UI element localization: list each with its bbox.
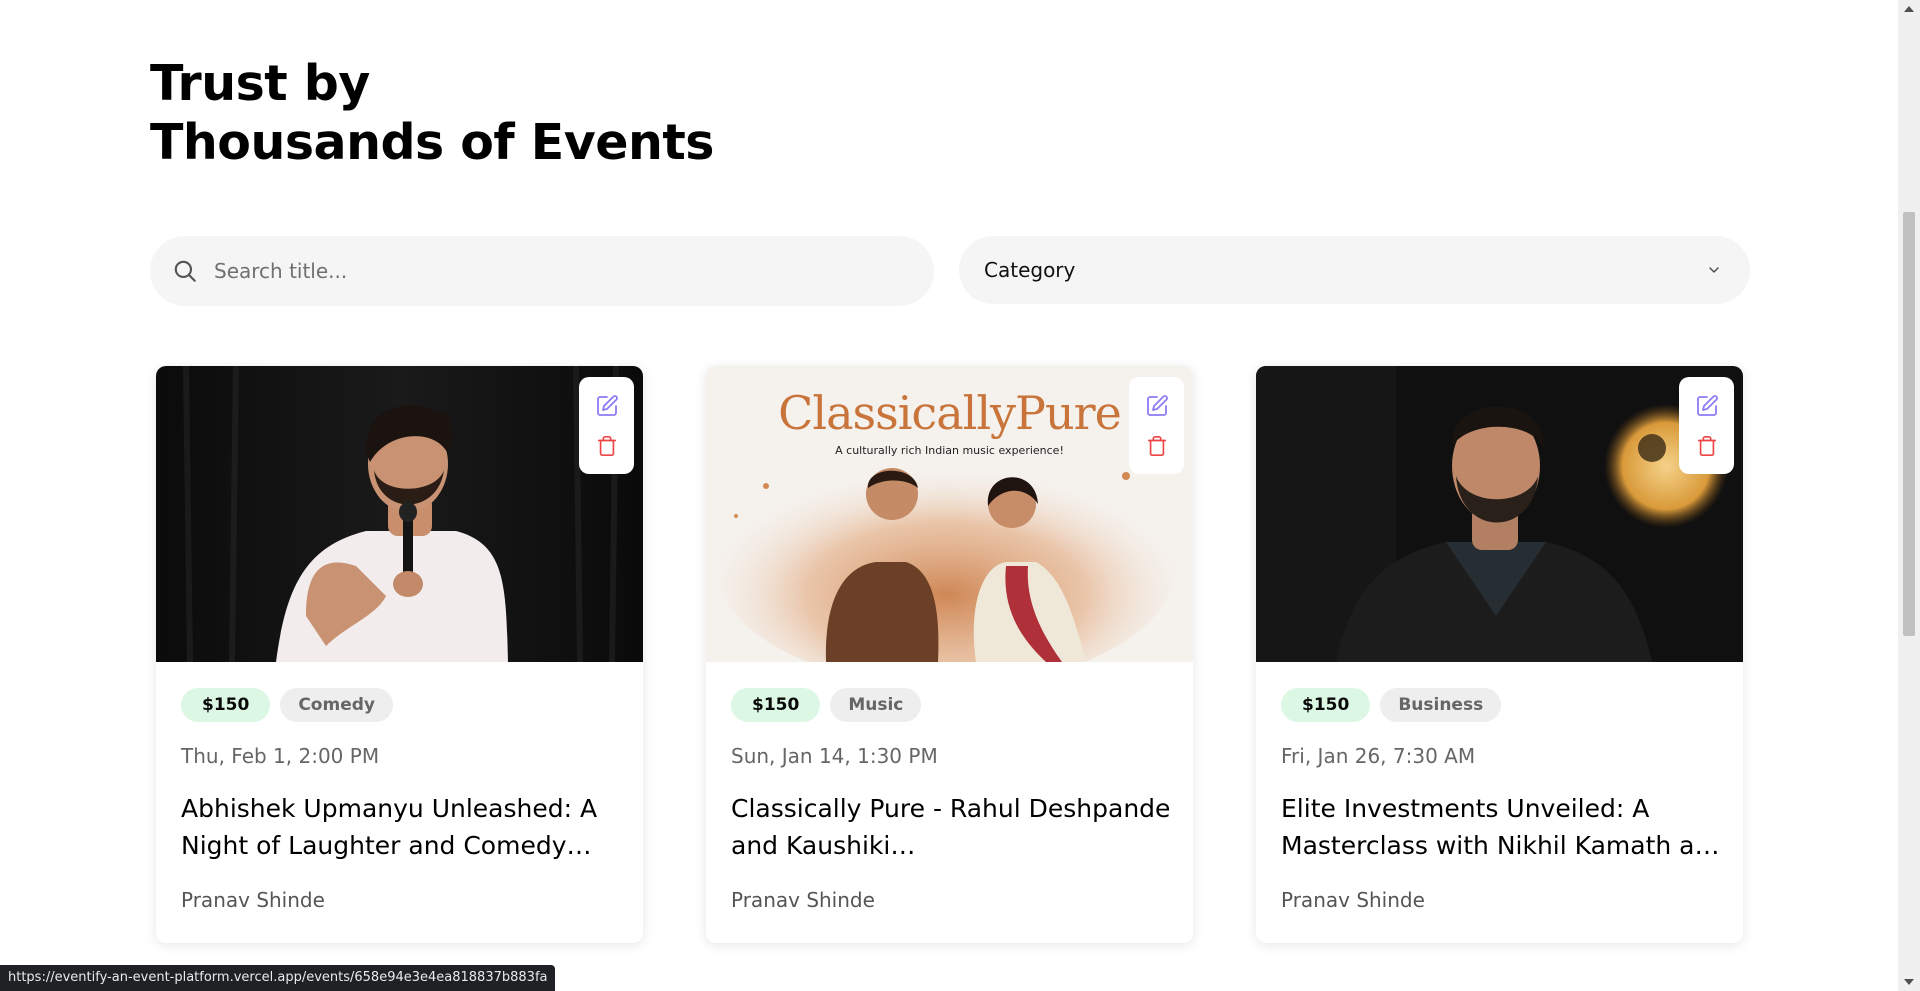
- category-select[interactable]: Category: [959, 236, 1750, 304]
- scrollbar-thumb[interactable]: [1903, 212, 1915, 636]
- event-image[interactable]: [1256, 366, 1743, 662]
- event-title[interactable]: Classically Pure - Rahul Deshpande and K…: [731, 790, 1171, 864]
- edit-icon[interactable]: [595, 394, 619, 418]
- poster-subtitle: A culturally rich Indian music experienc…: [835, 444, 1064, 457]
- event-title[interactable]: Elite Investments Unveiled: A Masterclas…: [1281, 790, 1721, 864]
- card-actions: [1679, 377, 1734, 474]
- chevron-down-icon: [1709, 267, 1719, 273]
- event-organizer: Pranav Shinde: [731, 888, 875, 912]
- heading-line-2: Thousands of Events: [150, 114, 714, 171]
- edit-icon[interactable]: [1145, 394, 1169, 418]
- category-badge: Music: [830, 688, 922, 722]
- event-date: Fri, Jan 26, 7:30 AM: [1281, 744, 1476, 768]
- event-card[interactable]: ClassicallyPure A culturally rich Indian…: [706, 366, 1193, 943]
- event-image[interactable]: ClassicallyPure A culturally rich Indian…: [706, 366, 1193, 662]
- category-badge: Business: [1380, 688, 1502, 722]
- event-image[interactable]: [156, 366, 643, 662]
- price-badge: $150: [181, 688, 271, 722]
- search-bar[interactable]: [150, 236, 934, 306]
- heading-line-1: Trust by: [150, 55, 370, 112]
- page: Trust by Thousands of Events Category: [0, 0, 1898, 991]
- category-select-value: Category: [984, 258, 1076, 282]
- card-actions: [1129, 377, 1184, 474]
- event-card[interactable]: $150 Comedy Thu, Feb 1, 2:00 PM Abhishek…: [156, 366, 643, 943]
- section-heading: Trust by Thousands of Events: [150, 54, 714, 172]
- badges: $150 Business: [1281, 688, 1502, 722]
- scroll-down-arrow-icon[interactable]: [1904, 979, 1914, 985]
- scroll-up-arrow-icon[interactable]: [1904, 6, 1914, 12]
- category-badge: Comedy: [280, 688, 393, 722]
- event-title[interactable]: Abhishek Upmanyu Unleashed: A Night of L…: [181, 790, 621, 864]
- card-actions: [579, 377, 634, 474]
- trash-icon[interactable]: [1146, 435, 1168, 457]
- search-icon: [174, 260, 196, 282]
- status-bar-url: https://eventify-an-event-platform.verce…: [0, 965, 556, 991]
- event-card[interactable]: $150 Business Fri, Jan 26, 7:30 AM Elite…: [1256, 366, 1743, 943]
- event-organizer: Pranav Shinde: [1281, 888, 1425, 912]
- poster-title: ClassicallyPure: [778, 386, 1122, 440]
- event-date: Sun, Jan 14, 1:30 PM: [731, 744, 938, 768]
- price-badge: $150: [731, 688, 821, 722]
- event-date: Thu, Feb 1, 2:00 PM: [181, 744, 380, 768]
- trash-icon[interactable]: [1696, 435, 1718, 457]
- edit-icon[interactable]: [1695, 394, 1719, 418]
- event-organizer: Pranav Shinde: [181, 888, 325, 912]
- trash-icon[interactable]: [596, 435, 618, 457]
- badges: $150 Comedy: [181, 688, 393, 722]
- badges: $150 Music: [731, 688, 922, 722]
- scrollbar[interactable]: [1898, 0, 1920, 991]
- search-input[interactable]: [214, 259, 894, 283]
- price-badge: $150: [1281, 688, 1371, 722]
